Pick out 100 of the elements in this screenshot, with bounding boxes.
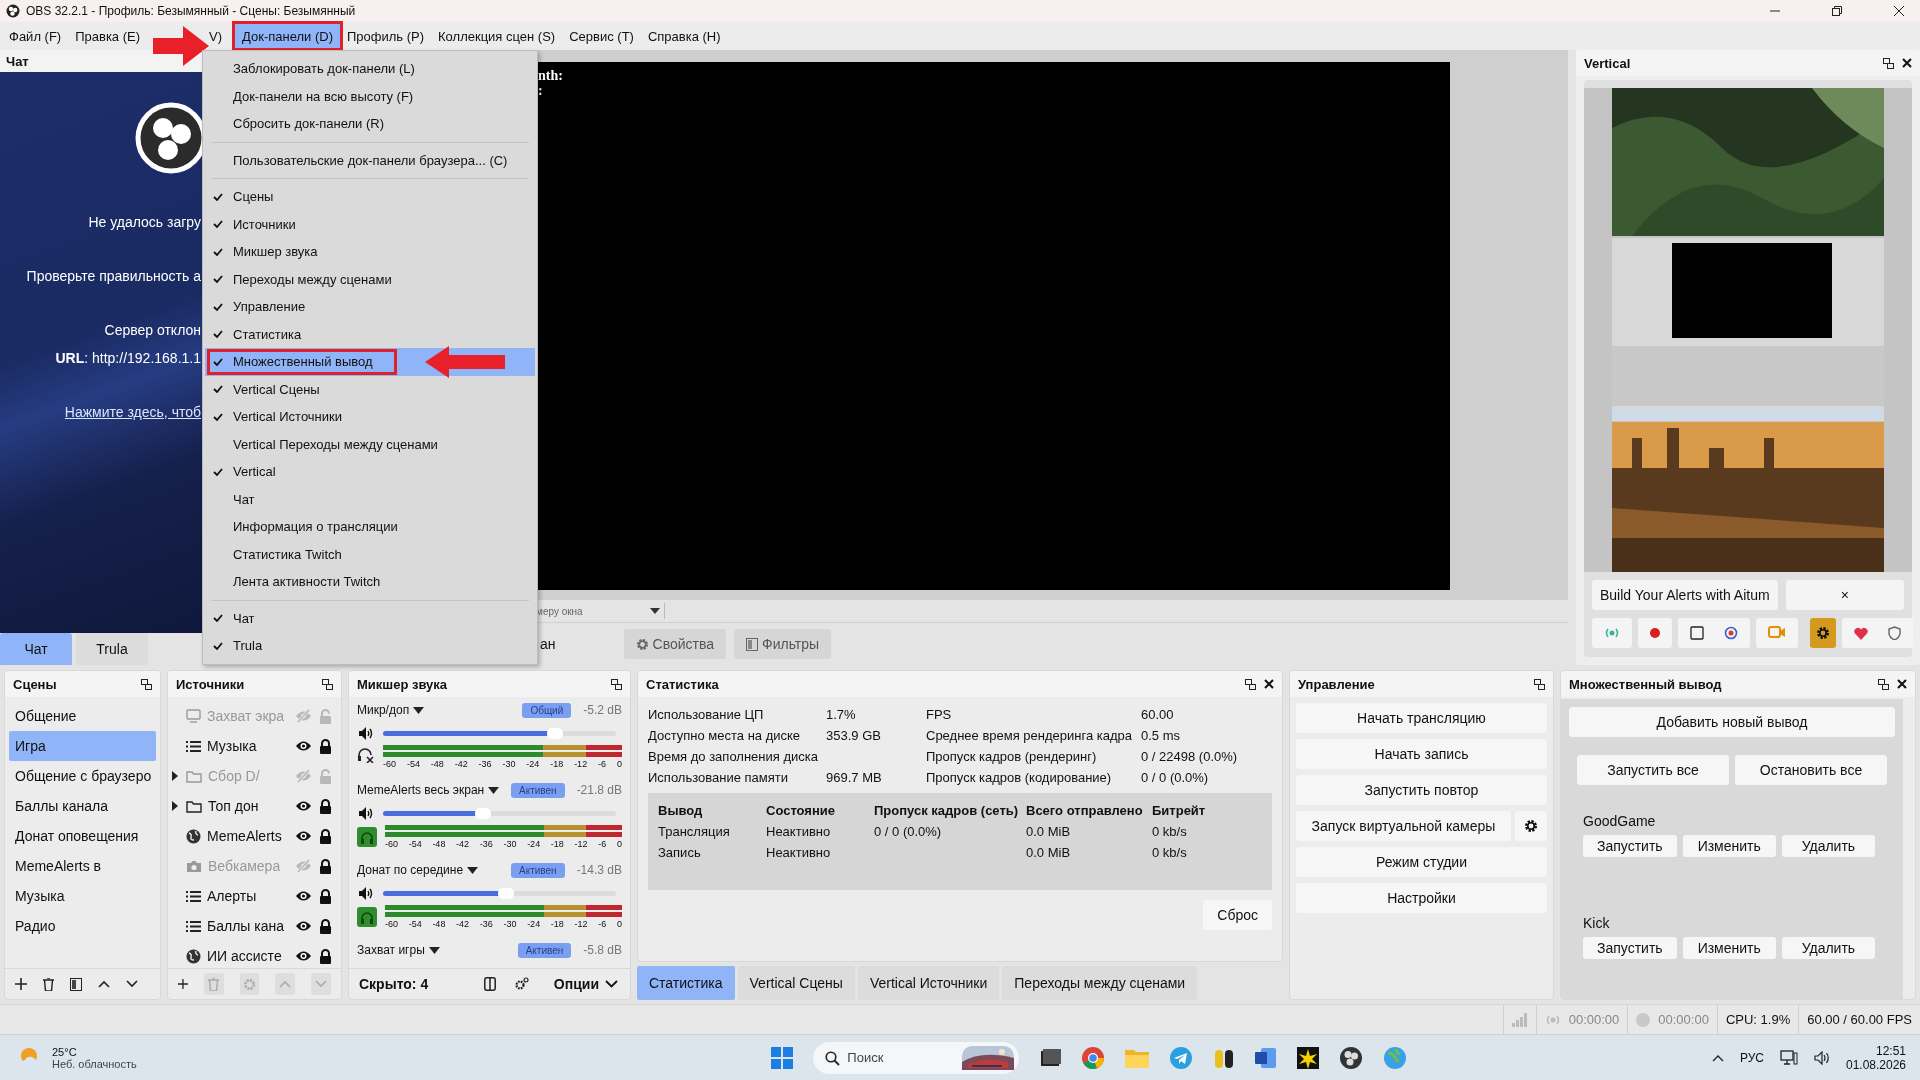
menu-item[interactable]: Файл (F) <box>2 24 69 48</box>
starburst-icon[interactable] <box>1297 1046 1320 1069</box>
monitor-button[interactable] <box>357 907 377 927</box>
menu-option[interactable]: Док-панели на всю высоту (F) <box>205 82 535 110</box>
speaker-icon[interactable] <box>1813 1050 1830 1065</box>
caret-icon[interactable] <box>467 866 479 874</box>
caret-icon[interactable] <box>413 706 425 714</box>
eye-icon[interactable] <box>295 800 312 812</box>
volume-slider[interactable] <box>383 810 616 816</box>
add-output-button[interactable]: Добавить новый вывод <box>1569 707 1895 737</box>
add-icon[interactable] <box>178 978 188 990</box>
eye-icon[interactable] <box>295 830 312 842</box>
lock-icon[interactable] <box>319 858 332 874</box>
menu-option[interactable]: Микшер звука <box>205 238 535 266</box>
options-button[interactable]: Опции <box>547 975 624 993</box>
chevron-up-icon[interactable] <box>98 980 110 988</box>
eye-icon[interactable] <box>295 950 312 962</box>
float-icon[interactable] <box>611 678 622 690</box>
close-icon[interactable] <box>1902 58 1912 68</box>
lock-icon[interactable] <box>319 828 332 844</box>
filter-icon[interactable] <box>70 977 82 991</box>
lock-icon[interactable] <box>319 798 332 814</box>
menu-option[interactable]: Vertical <box>205 458 535 486</box>
menu-option[interactable]: Переходы между сценами <box>205 265 535 293</box>
network-icon[interactable] <box>1779 1049 1798 1066</box>
window-icon[interactable] <box>1039 1046 1062 1069</box>
control-button[interactable]: Начать запись <box>1296 739 1547 769</box>
control-button[interactable]: Режим студии <box>1296 847 1547 877</box>
output-button[interactable]: Запустить <box>1583 835 1677 857</box>
reload-link[interactable]: Нажмите здесь, чтоб <box>64 404 201 420</box>
browser-icon[interactable] <box>1081 1045 1106 1070</box>
source-button[interactable]: Фильтры <box>734 629 832 659</box>
headphones-off-icon[interactable] <box>357 747 375 763</box>
settings-button[interactable] <box>1515 811 1547 841</box>
close-icon[interactable] <box>1894 6 1904 16</box>
settings-button[interactable] <box>1810 618 1836 648</box>
start-all-button[interactable]: Запустить все <box>1577 755 1729 785</box>
expand-icon[interactable] <box>172 771 178 781</box>
gears-icon[interactable] <box>513 977 530 991</box>
volume-slider[interactable] <box>383 730 616 736</box>
speaker-icon[interactable] <box>359 886 373 900</box>
source-item[interactable]: Музыка <box>172 731 337 761</box>
document-icon[interactable] <box>1255 1046 1278 1069</box>
trash-icon[interactable] <box>43 977 54 991</box>
eye-icon[interactable] <box>295 890 312 902</box>
menu-option[interactable]: Информация о трансляции <box>205 513 535 541</box>
output-button[interactable]: Запустить <box>1583 937 1677 959</box>
output-button[interactable]: Изменить <box>1682 835 1776 857</box>
close-icon[interactable] <box>1264 679 1274 689</box>
menu-item[interactable]: Справка (H) <box>640 24 728 48</box>
source-button[interactable]: Свойства <box>623 629 726 659</box>
menu-option[interactable]: Статистика <box>205 320 535 348</box>
dismiss-button[interactable]: × <box>1785 580 1904 610</box>
lock-icon[interactable] <box>319 888 332 904</box>
menu-option[interactable]: Vertical Переходы между сценами <box>205 430 535 458</box>
layout-icon[interactable] <box>483 977 496 991</box>
float-icon[interactable] <box>1878 678 1889 690</box>
replay-icon[interactable] <box>1724 626 1738 640</box>
menu-option[interactable]: Пользовательские док-панели браузера... (C) <box>205 146 535 174</box>
paper-plane-icon[interactable] <box>1169 1045 1194 1070</box>
close-icon[interactable] <box>1897 679 1907 689</box>
menu-option[interactable]: Trula <box>205 632 535 660</box>
chevron-down-icon[interactable] <box>126 980 138 988</box>
lock-icon[interactable] <box>319 738 332 754</box>
windows-icon[interactable] <box>771 1046 794 1069</box>
expand-icon[interactable] <box>172 801 178 811</box>
dock-tab[interactable]: Переходы между сценами <box>1002 966 1198 1000</box>
square-icon[interactable] <box>1690 626 1704 640</box>
shield-icon[interactable] <box>1888 626 1901 640</box>
menu-option[interactable]: Чат <box>205 485 535 513</box>
float-icon[interactable] <box>1883 57 1894 69</box>
output-button[interactable]: Изменить <box>1682 937 1776 959</box>
control-button[interactable]: Начать трансляцию <box>1296 703 1547 733</box>
scene-item[interactable]: Музыка <box>9 881 156 911</box>
stop-all-button[interactable]: Остановить все <box>1735 755 1887 785</box>
heart-icon[interactable] <box>1854 626 1868 640</box>
source-item[interactable]: ИИ ассисте <box>172 941 337 968</box>
scene-item[interactable]: Игра <box>9 731 156 761</box>
source-item[interactable]: Топ дон <box>172 791 337 821</box>
scene-item[interactable]: Баллы канала <box>9 791 156 821</box>
dock-tab[interactable]: Чат <box>0 633 72 665</box>
source-item[interactable]: MemeAlerts <box>172 821 337 851</box>
dock-tab[interactable]: Vertical Сцены <box>737 966 855 1000</box>
menu-item[interactable]: Док-панели (D) <box>235 24 340 48</box>
menu-option[interactable]: Источники <box>205 210 535 238</box>
clock-date[interactable]: 01.08.2026 <box>1845 1057 1906 1072</box>
app-logo-icon[interactable] <box>1339 1045 1364 1070</box>
record-icon[interactable] <box>1650 628 1660 638</box>
dock-tab[interactable]: Vertical Источники <box>857 966 1000 1000</box>
dock-tab[interactable]: Trula <box>76 633 148 665</box>
menu-item[interactable]: Профиль (P) <box>340 24 432 48</box>
menu-item[interactable]: Правка (E) <box>68 24 148 48</box>
scene-item[interactable]: Радио <box>9 911 156 941</box>
menu-option[interactable]: Vertical Сцены <box>205 375 535 403</box>
menu-option[interactable]: Лента активности Twitch <box>205 568 535 596</box>
float-icon[interactable] <box>322 678 333 690</box>
source-item[interactable]: Баллы кана <box>172 911 337 941</box>
menu-item[interactable]: V) <box>207 24 230 48</box>
menu-item[interactable]: Коллекция сцен (S) <box>431 24 563 48</box>
caret-icon[interactable] <box>488 786 500 794</box>
